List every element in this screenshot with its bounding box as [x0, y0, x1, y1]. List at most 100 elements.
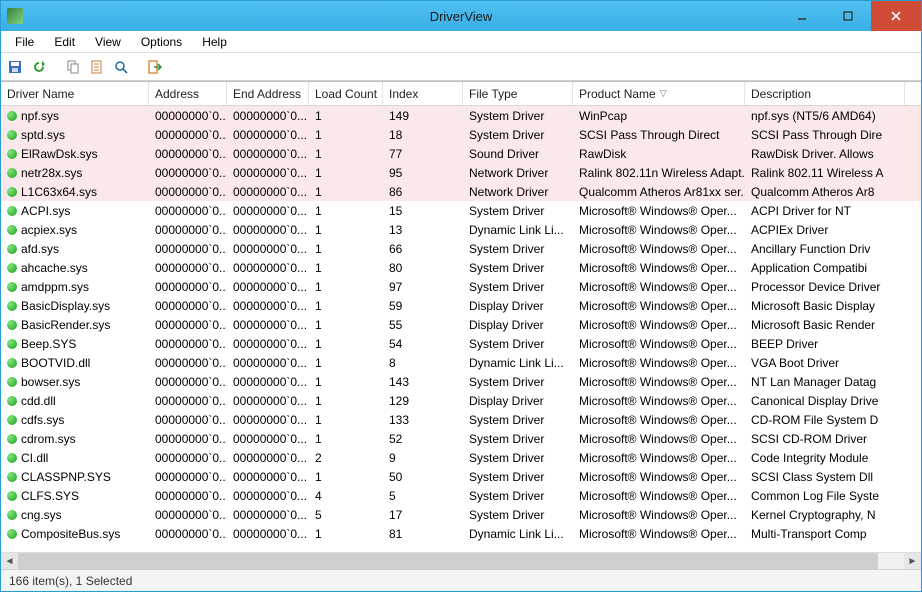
address-cell: 00000000`0... [149, 223, 227, 237]
load-count-cell: 1 [309, 261, 383, 275]
driver-bullet-icon [7, 168, 17, 178]
table-row[interactable]: sptd.sys00000000`0...00000000`0...118Sys… [1, 125, 921, 144]
col-index[interactable]: Index [383, 82, 463, 105]
description-cell: ACPIEx Driver [745, 223, 905, 237]
table-row[interactable]: acpiex.sys00000000`0...00000000`0...113D… [1, 220, 921, 239]
close-button[interactable] [871, 1, 921, 31]
driver-name-cell: BasicRender.sys [21, 318, 110, 332]
find-icon[interactable] [111, 57, 131, 77]
load-count-cell: 1 [309, 109, 383, 123]
product-name-cell: Microsoft® Windows® Oper... [573, 394, 745, 408]
scroll-left-icon[interactable]: ◄ [1, 553, 18, 570]
table-row[interactable]: npf.sys00000000`0...00000000`0...1149Sys… [1, 106, 921, 125]
titlebar[interactable]: DriverView [1, 1, 921, 31]
horizontal-scrollbar[interactable]: ◄ ► [1, 552, 921, 569]
menu-help[interactable]: Help [192, 33, 237, 51]
description-cell: SCSI Pass Through Dire [745, 128, 905, 142]
end-address-cell: 00000000`0... [227, 489, 309, 503]
exit-icon[interactable] [145, 57, 165, 77]
address-cell: 00000000`0... [149, 166, 227, 180]
index-cell: 50 [383, 470, 463, 484]
column-headers: Driver Name Address End Address Load Cou… [1, 82, 921, 106]
description-cell: SCSI Class System Dll [745, 470, 905, 484]
properties-icon[interactable] [87, 57, 107, 77]
driver-name-cell: sptd.sys [21, 128, 65, 142]
end-address-cell: 00000000`0... [227, 432, 309, 446]
table-row[interactable]: cdfs.sys00000000`0...00000000`0...1133Sy… [1, 410, 921, 429]
product-name-cell: Ralink 802.11n Wireless Adapt... [573, 166, 745, 180]
table-row[interactable]: BasicRender.sys00000000`0...00000000`0..… [1, 315, 921, 334]
file-type-cell: System Driver [463, 337, 573, 351]
index-cell: 13 [383, 223, 463, 237]
table-row[interactable]: cng.sys00000000`0...00000000`0...517Syst… [1, 505, 921, 524]
save-icon[interactable] [5, 57, 25, 77]
scroll-right-icon[interactable]: ► [904, 553, 921, 570]
driver-bullet-icon [7, 244, 17, 254]
col-driver-name[interactable]: Driver Name [1, 82, 149, 105]
index-cell: 77 [383, 147, 463, 161]
col-load-count[interactable]: Load Count [309, 82, 383, 105]
address-cell: 00000000`0... [149, 280, 227, 294]
table-row[interactable]: ahcache.sys00000000`0...00000000`0...180… [1, 258, 921, 277]
driver-bullet-icon [7, 130, 17, 140]
menubar: File Edit View Options Help [1, 31, 921, 53]
file-type-cell: System Driver [463, 470, 573, 484]
load-count-cell: 1 [309, 185, 383, 199]
load-count-cell: 1 [309, 223, 383, 237]
table-row[interactable]: amdppm.sys00000000`0...00000000`0...197S… [1, 277, 921, 296]
toolbar [1, 53, 921, 81]
product-name-cell: Microsoft® Windows® Oper... [573, 223, 745, 237]
scroll-thumb[interactable] [18, 553, 878, 570]
table-row[interactable]: ElRawDsk.sys00000000`0...00000000`0...17… [1, 144, 921, 163]
driver-name-cell: ElRawDsk.sys [21, 147, 98, 161]
col-description[interactable]: Description [745, 82, 905, 105]
address-cell: 00000000`0... [149, 299, 227, 313]
file-type-cell: System Driver [463, 242, 573, 256]
table-row[interactable]: bowser.sys00000000`0...00000000`0...1143… [1, 372, 921, 391]
col-end-address[interactable]: End Address [227, 82, 309, 105]
table-row[interactable]: BasicDisplay.sys00000000`0...00000000`0.… [1, 296, 921, 315]
load-count-cell: 1 [309, 147, 383, 161]
address-cell: 00000000`0... [149, 451, 227, 465]
driver-bullet-icon [7, 396, 17, 406]
col-address[interactable]: Address [149, 82, 227, 105]
driver-name-cell: acpiex.sys [21, 223, 77, 237]
driver-name-cell: afd.sys [21, 242, 59, 256]
table-row[interactable]: cdd.dll00000000`0...00000000`0...1129Dis… [1, 391, 921, 410]
driver-name-cell: cdd.dll [21, 394, 56, 408]
file-type-cell: System Driver [463, 508, 573, 522]
driver-bullet-icon [7, 149, 17, 159]
table-row[interactable]: netr28x.sys00000000`0...00000000`0...195… [1, 163, 921, 182]
menu-options[interactable]: Options [131, 33, 192, 51]
menu-edit[interactable]: Edit [44, 33, 85, 51]
table-row[interactable]: ACPI.sys00000000`0...00000000`0...115Sys… [1, 201, 921, 220]
minimize-button[interactable] [779, 1, 825, 31]
product-name-cell: Microsoft® Windows® Oper... [573, 204, 745, 218]
table-row[interactable]: CI.dll00000000`0...00000000`0...29System… [1, 448, 921, 467]
col-file-type[interactable]: File Type [463, 82, 573, 105]
menu-file[interactable]: File [5, 33, 44, 51]
table-row[interactable]: BOOTVID.dll00000000`0...00000000`0...18D… [1, 353, 921, 372]
description-cell: Qualcomm Atheros Ar8 [745, 185, 905, 199]
table-row[interactable]: afd.sys00000000`0...00000000`0...166Syst… [1, 239, 921, 258]
table-row[interactable]: CLFS.SYS00000000`0...00000000`0...45Syst… [1, 486, 921, 505]
refresh-icon[interactable] [29, 57, 49, 77]
copy-icon[interactable] [63, 57, 83, 77]
driver-bullet-icon [7, 434, 17, 444]
table-row[interactable]: L1C63x64.sys00000000`0...00000000`0...18… [1, 182, 921, 201]
maximize-button[interactable] [825, 1, 871, 31]
table-row[interactable]: CompositeBus.sys00000000`0...00000000`0.… [1, 524, 921, 543]
table-row[interactable]: Beep.SYS00000000`0...00000000`0...154Sys… [1, 334, 921, 353]
table-row[interactable]: CLASSPNP.SYS00000000`0...00000000`0...15… [1, 467, 921, 486]
file-type-cell: Display Driver [463, 394, 573, 408]
index-cell: 66 [383, 242, 463, 256]
table-row[interactable]: cdrom.sys00000000`0...00000000`0...152Sy… [1, 429, 921, 448]
status-text: 166 item(s), 1 Selected [9, 574, 132, 588]
driver-name-cell: npf.sys [21, 109, 59, 123]
menu-view[interactable]: View [85, 33, 131, 51]
load-count-cell: 1 [309, 242, 383, 256]
col-product-name[interactable]: Product Name▽ [573, 82, 745, 105]
index-cell: 17 [383, 508, 463, 522]
address-cell: 00000000`0... [149, 432, 227, 446]
file-type-cell: Dynamic Link Li... [463, 223, 573, 237]
